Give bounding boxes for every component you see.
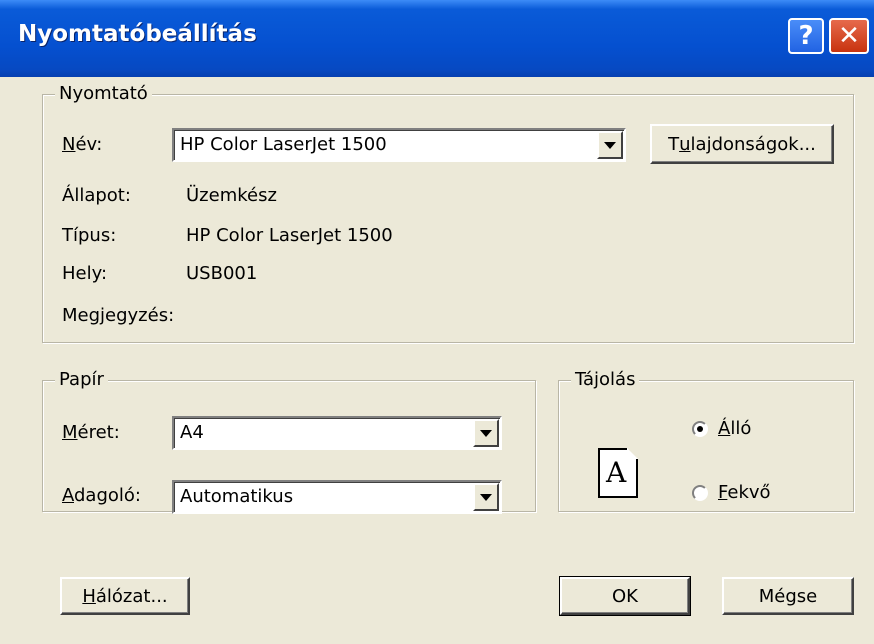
paper-source-value: Automatikus: [180, 486, 294, 507]
portrait-label[interactable]: Álló: [718, 418, 751, 440]
printer-name-combo[interactable]: HP Color LaserJet 1500: [172, 128, 626, 162]
type-label: Típus:: [62, 225, 117, 246]
page-letter: A: [606, 456, 627, 489]
landscape-radio[interactable]: [692, 485, 708, 501]
paper-group-legend: Papír: [55, 369, 108, 391]
window-title: Nyomtatóbeállítás: [18, 21, 257, 47]
radio-dot: [697, 426, 703, 432]
portrait-page-icon: A: [598, 448, 638, 498]
paper-source-dropdown-button[interactable]: [473, 483, 499, 511]
landscape-label[interactable]: Fekvő: [718, 482, 771, 504]
close-button[interactable]: ✕: [829, 18, 869, 54]
paper-size-value: A4: [180, 422, 204, 443]
name-label: Név:: [62, 134, 103, 155]
comment-label: Megjegyzés:: [62, 305, 175, 326]
help-button[interactable]: ?: [788, 18, 824, 54]
paper-size-combo[interactable]: A4: [172, 416, 502, 450]
location-label: Hely:: [62, 263, 108, 284]
printer-name-value: HP Color LaserJet 1500: [180, 134, 387, 155]
printer-group-legend: Nyomtató: [55, 83, 152, 105]
type-value: HP Color LaserJet 1500: [186, 225, 393, 246]
ok-button[interactable]: OK: [559, 576, 691, 616]
close-icon: ✕: [838, 21, 860, 51]
size-label: Méret:: [62, 422, 120, 443]
source-label: Adagoló:: [62, 485, 141, 506]
location-value: USB001: [186, 263, 258, 284]
chevron-down-icon: [604, 141, 616, 149]
cancel-button[interactable]: Mégse: [722, 577, 854, 615]
title-bar[interactable]: Nyomtatóbeállítás ? ✕: [0, 0, 874, 77]
orientation-group-legend: Tájolás: [571, 369, 640, 391]
properties-button[interactable]: Tu lajdonságok...: [650, 124, 834, 164]
paper-size-dropdown-button[interactable]: [473, 419, 499, 447]
chevron-down-icon: [480, 429, 492, 437]
help-icon: ?: [798, 21, 814, 51]
chevron-down-icon: [480, 493, 492, 501]
status-value: Üzemkész: [186, 185, 277, 206]
portrait-radio[interactable]: [692, 421, 708, 437]
network-button[interactable]: Hálózat...: [60, 577, 190, 615]
status-label: Állapot:: [62, 185, 131, 206]
paper-source-combo[interactable]: Automatikus: [172, 480, 502, 514]
printer-name-dropdown-button[interactable]: [597, 131, 623, 159]
